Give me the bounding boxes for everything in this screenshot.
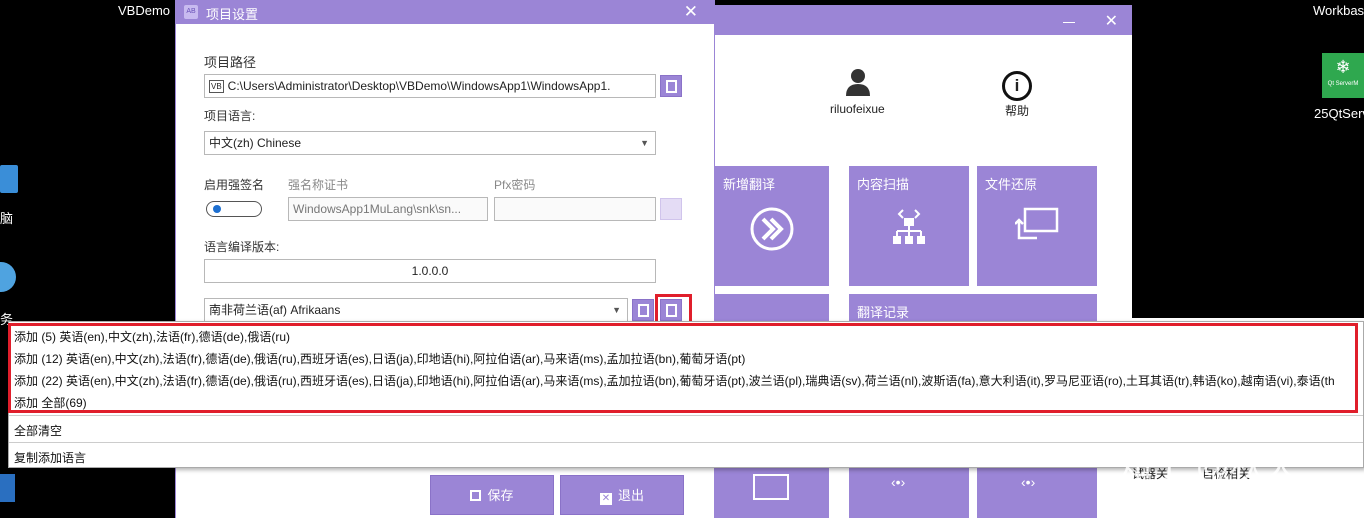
toggle-knob <box>213 205 221 213</box>
watermark: 知乎 @秋天 <box>1118 447 1298 485</box>
tile-content-scan[interactable]: 内容扫描 <box>849 166 969 286</box>
help-icon[interactable]: i <box>1002 71 1032 101</box>
enable-sign-toggle[interactable] <box>206 201 262 217</box>
tile-translate-record-label: 翻译记录 <box>857 305 910 320</box>
menu-item-copy-languages[interactable]: 复制添加语言 <box>14 449 86 466</box>
app-icon[interactable] <box>0 474 15 502</box>
add-language-button[interactable] <box>632 299 654 321</box>
code-file-icon: ‹•› <box>1021 474 1036 490</box>
exit-button[interactable]: ✕ 退出 <box>560 475 684 515</box>
sign-cert-label: 强名称证书 <box>288 178 349 192</box>
menu-separator <box>9 415 1363 416</box>
sign-cert-field[interactable]: WindowsApp1MuLang\snk\sn... <box>288 197 488 221</box>
tile-new-translate[interactable]: 新增翻译 <box>715 166 829 286</box>
menu-item-clear-all[interactable]: 全部清空 <box>14 422 62 439</box>
tile-content-scan-label: 内容扫描 <box>857 177 910 192</box>
compile-version-field[interactable]: 1.0.0.0 <box>204 259 656 283</box>
project-lang-select[interactable]: 中文(zh) Chinese ▼ <box>204 131 656 155</box>
desktop-label-computer[interactable]: 脑 <box>0 208 13 227</box>
clipboard-icon <box>666 80 677 93</box>
main-window-titlebar: ✕ <box>715 5 1132 35</box>
desktop-label-vbdemo[interactable]: VBDemo <box>118 3 170 18</box>
computer-icon[interactable] <box>0 165 18 193</box>
user-icon[interactable] <box>845 68 871 99</box>
project-path-field[interactable]: VB C:\Users\Administrator\Desktop\VBDemo\… <box>204 74 656 98</box>
user-name: riluofeixue <box>830 102 885 116</box>
exit-button-label: 退出 <box>617 488 644 503</box>
project-lang-label: 项目语言: <box>204 109 256 123</box>
save-icon <box>470 490 482 501</box>
pfx-password-field[interactable] <box>494 197 656 221</box>
add-file-icon <box>638 304 649 317</box>
project-path-value: C:\Users\Administrator\Desktop\VBDemo\Wi… <box>227 79 611 93</box>
chevron-down-icon: ▼ <box>612 305 621 315</box>
sitemap-icon <box>891 206 927 249</box>
paste-path-button[interactable] <box>660 75 682 97</box>
app-icon: AB <box>184 5 198 19</box>
forward-icon <box>749 206 795 255</box>
minimize-icon[interactable] <box>1063 22 1075 23</box>
tile-export[interactable]: ‹•› <box>849 468 969 518</box>
close-icon[interactable]: ✕ <box>684 2 698 22</box>
qtserver-icon-caption: Qt ServerM <box>1327 81 1359 87</box>
compile-version-label: 语言编译版本: <box>204 240 280 254</box>
dialog-title: 项目设置 <box>206 7 259 22</box>
close-box-icon: ✕ <box>599 493 612 505</box>
save-button-label: 保存 <box>487 488 514 503</box>
highlight-box <box>655 294 692 324</box>
project-lang-value: 中文(zh) Chinese <box>209 136 302 150</box>
network-icon[interactable] <box>0 262 16 292</box>
qtserver-icon[interactable]: ❄ Qt ServerM <box>1322 53 1364 98</box>
language-select-value: 南非荷兰语(af) Afrikaans <box>209 303 341 317</box>
chevron-down-icon: ▼ <box>640 138 649 148</box>
desktop-label-workbas[interactable]: Workbas <box>1313 3 1364 18</box>
code-file-icon: ‹•› <box>891 474 906 490</box>
tile-new-translate-label: 新增翻译 <box>723 177 776 192</box>
language-select[interactable]: 南非荷兰语(af) Afrikaans ▼ <box>204 298 628 322</box>
tile-open-folder[interactable] <box>715 468 829 518</box>
restore-icon <box>1014 206 1059 245</box>
tile-import[interactable]: ‹•› <box>977 468 1097 518</box>
vb-file-badge: VB <box>209 80 224 94</box>
tile-file-restore[interactable]: 文件还原 <box>977 166 1097 286</box>
project-path-label: 项目路径 <box>204 55 257 70</box>
enable-sign-label: 启用强签名 <box>204 178 265 192</box>
highlight-box-menu <box>8 323 1358 413</box>
tile-file-restore-label: 文件还原 <box>985 177 1038 192</box>
pfx-label: Pfx密码 <box>494 178 536 192</box>
folder-icon <box>753 474 789 500</box>
help-label: 帮助 <box>1005 104 1030 118</box>
browse-cert-button[interactable] <box>660 198 682 220</box>
dialog-titlebar: AB 项目设置 ✕ <box>176 0 714 24</box>
save-button[interactable]: 保存 <box>430 475 554 515</box>
close-icon[interactable]: ✕ <box>1105 11 1118 31</box>
desktop-label-qtserver[interactable]: 25QtServe <box>1314 106 1364 121</box>
